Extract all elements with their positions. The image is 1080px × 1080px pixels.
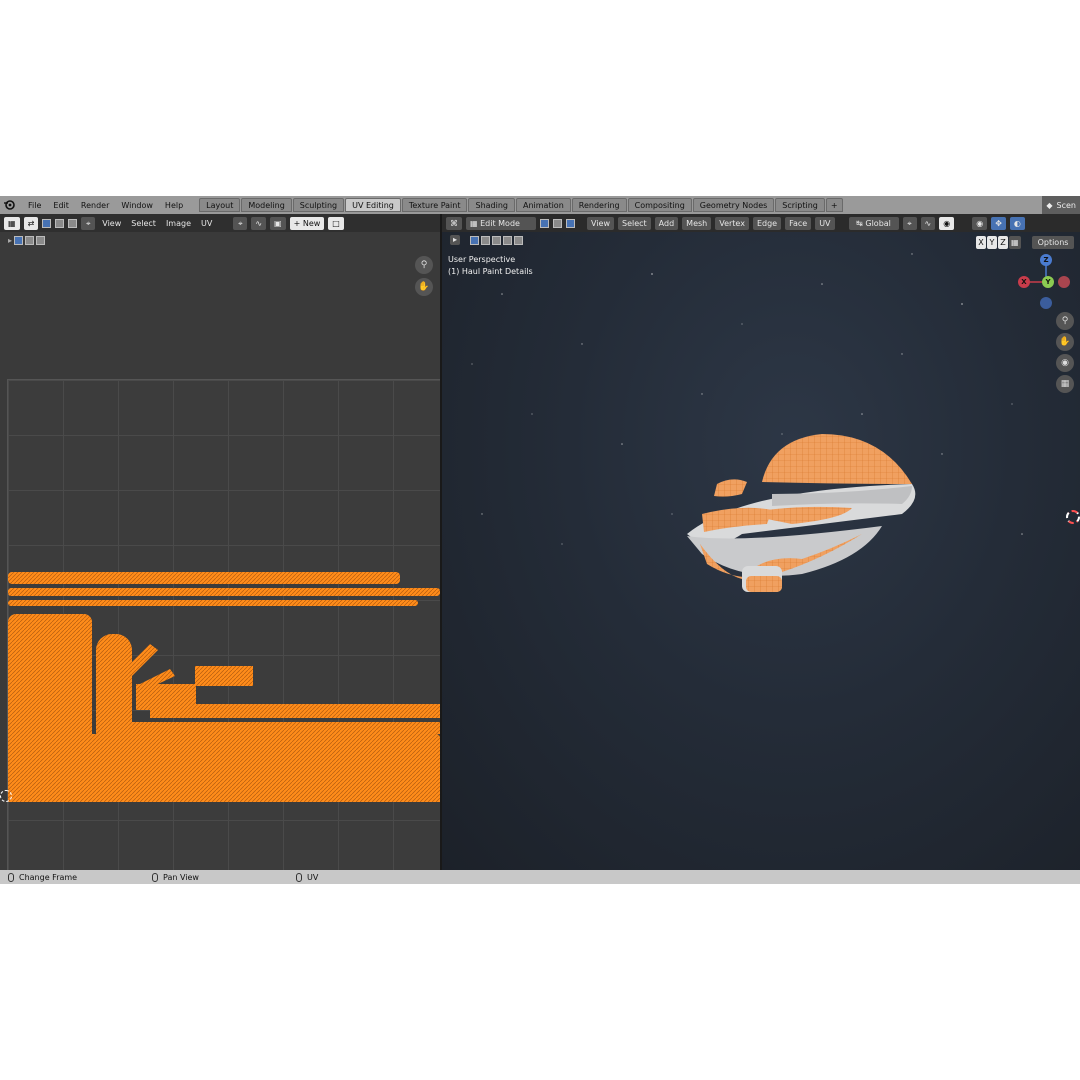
tab-texture-paint[interactable]: Texture Paint: [401, 198, 468, 212]
scene-icon: ◆: [1046, 200, 1053, 210]
add-workspace-button[interactable]: +: [825, 198, 843, 212]
menu-render[interactable]: Render: [75, 201, 115, 210]
mouse-icon: [152, 872, 158, 882]
tab-modeling[interactable]: Modeling: [241, 198, 292, 212]
status-pan-view: Pan View: [152, 872, 199, 882]
status-middle-label: Pan View: [163, 872, 199, 882]
status-uv: UV: [296, 872, 319, 882]
status-right-label: UV: [307, 872, 319, 882]
status-left-label: Change Frame: [19, 872, 78, 882]
blender-logo-icon[interactable]: [0, 196, 18, 214]
menu-edit[interactable]: Edit: [47, 201, 75, 210]
menu-file[interactable]: File: [22, 201, 47, 210]
tab-compositing[interactable]: Compositing: [627, 198, 692, 212]
menu-window[interactable]: Window: [115, 201, 159, 210]
tab-rendering[interactable]: Rendering: [571, 198, 627, 212]
mouse-icon: [8, 872, 14, 882]
mouse-icon: [296, 872, 302, 882]
tab-animation[interactable]: Animation: [515, 198, 571, 212]
status-change-frame: Change Frame: [8, 872, 78, 882]
tab-layout[interactable]: Layout: [199, 198, 241, 212]
scene-selector[interactable]: ◆ Scen: [1042, 196, 1080, 214]
tab-shading[interactable]: Shading: [468, 198, 515, 212]
scene-label: Scen: [1056, 200, 1076, 210]
main-menu: File Edit Render Window Help: [18, 196, 189, 214]
ship-model: [687, 434, 916, 592]
menu-help[interactable]: Help: [159, 201, 189, 210]
tab-uv-editing[interactable]: UV Editing: [345, 198, 401, 212]
uv-cursor-icon: [0, 790, 12, 802]
top-bar: File Edit Render Window Help Layout Mode…: [0, 196, 1080, 214]
workspace-tabs: Layout Modeling Sculpting UV Editing Tex…: [199, 198, 843, 212]
blender-window: File Edit Render Window Help Layout Mode…: [0, 196, 1080, 884]
tab-sculpting[interactable]: Sculpting: [292, 198, 345, 212]
tab-scripting[interactable]: Scripting: [775, 198, 825, 212]
tab-geometry-nodes[interactable]: Geometry Nodes: [692, 198, 775, 212]
uv-editor[interactable]: ▦ ⇄ ⌖ View Select Image UV ⌖ ∿ ▣ + New □…: [0, 214, 440, 870]
status-bar: Change Frame Pan View UV: [0, 870, 1080, 884]
3d-cursor-icon: [1066, 510, 1080, 524]
uv-islands: [8, 572, 440, 802]
3d-viewport[interactable]: ⌘ ▦ Edit Mode View Select Add Mesh Verte…: [442, 214, 1080, 870]
